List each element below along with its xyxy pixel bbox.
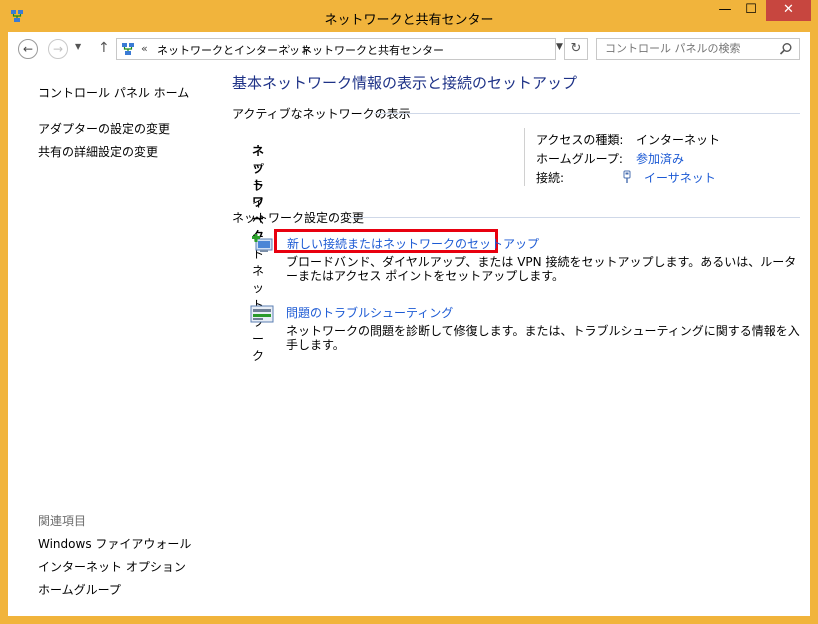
search-box[interactable] <box>596 38 800 60</box>
minimize-button[interactable]: — <box>712 0 738 21</box>
related-items-heading: 関連項目 <box>38 514 87 528</box>
access-type-label: アクセスの種類: <box>536 133 624 147</box>
connection-label: 接続: <box>536 171 565 185</box>
search-icon[interactable] <box>779 42 793 56</box>
breadcrumb-separator-icon[interactable]: › <box>287 42 291 52</box>
forward-button[interactable]: → <box>48 39 68 59</box>
setup-new-connection-link[interactable]: 新しい接続またはネットワークのセットアップ <box>287 235 539 252</box>
up-button[interactable]: ↑ <box>98 40 110 56</box>
navigation-bar: ← → ▼ ↑ « ネットワークとインターネット › ネットワークと共有センター… <box>8 32 810 66</box>
troubleshoot-problems-link[interactable]: 問題のトラブルシューティング <box>286 304 453 321</box>
sidebar-change-adapter-settings[interactable]: アダプターの設定の変更 <box>38 120 170 137</box>
breadcrumb-overflow-chevron[interactable]: « <box>141 42 148 55</box>
highlight-box: 新しい接続またはネットワークのセットアップ <box>274 229 539 253</box>
related-windows-firewall[interactable]: Windows ファイアウォール <box>38 535 191 552</box>
homegroup-label: ホームグループ: <box>536 152 623 166</box>
section-divider <box>374 113 800 114</box>
recent-locations-dropdown-icon[interactable]: ▼ <box>75 42 81 51</box>
sidebar-control-panel-home[interactable]: コントロール パネル ホーム <box>38 84 189 101</box>
content-area: コントロール パネル ホーム アダプターの設定の変更 共有の詳細設定の変更 関連… <box>8 66 810 616</box>
ethernet-icon[interactable] <box>622 170 632 184</box>
setup-new-connection-description: ブロードバンド、ダイヤルアップ、または VPN 接続をセットアップします。あるい… <box>286 255 797 283</box>
network-type: プライベート ネットワーク <box>252 162 265 363</box>
sidebar-advanced-sharing-settings[interactable]: 共有の詳細設定の変更 <box>38 143 158 160</box>
breadcrumb-network-sharing-center[interactable]: ネットワークと共有センター <box>301 42 444 58</box>
new-connection-icon <box>252 234 273 252</box>
search-input[interactable] <box>603 41 777 56</box>
close-button[interactable]: ✕ <box>766 0 811 21</box>
address-history-dropdown-icon[interactable]: ▼ <box>556 42 563 52</box>
homegroup-link[interactable]: 参加済み <box>636 150 684 167</box>
title-bar: ネットワークと共有センター — ☐ ✕ <box>0 0 818 32</box>
access-type-value: インターネット <box>636 133 721 147</box>
maximize-button[interactable]: ☐ <box>738 0 764 21</box>
window: ネットワークと共有センター — ☐ ✕ ← → ▼ ↑ « ネットワークとインタ… <box>0 0 818 624</box>
window-title: ネットワークと共有センター <box>324 13 494 28</box>
sidebar: コントロール パネル ホーム アダプターの設定の変更 共有の詳細設定の変更 関連… <box>8 66 218 616</box>
network-center-icon <box>122 43 134 55</box>
troubleshoot-problems-description: ネットワークの問題を診断して修復します。または、トラブルシューティングに関する情… <box>286 324 800 352</box>
related-homegroup[interactable]: ホームグループ <box>38 581 121 598</box>
info-divider <box>524 128 525 186</box>
ethernet-connection-link[interactable]: イーサネット <box>644 169 716 186</box>
refresh-button[interactable]: ↻ <box>564 38 588 60</box>
page-title: 基本ネットワーク情報の表示と接続のセットアップ <box>232 74 578 92</box>
troubleshoot-icon <box>250 305 274 323</box>
change-settings-heading: ネットワーク設定の変更 <box>232 211 365 225</box>
section-divider <box>350 217 800 218</box>
address-bar[interactable]: « ネットワークとインターネット › ネットワークと共有センター <box>116 38 556 60</box>
related-internet-options[interactable]: インターネット オプション <box>38 558 186 575</box>
back-button[interactable]: ← <box>18 39 38 59</box>
